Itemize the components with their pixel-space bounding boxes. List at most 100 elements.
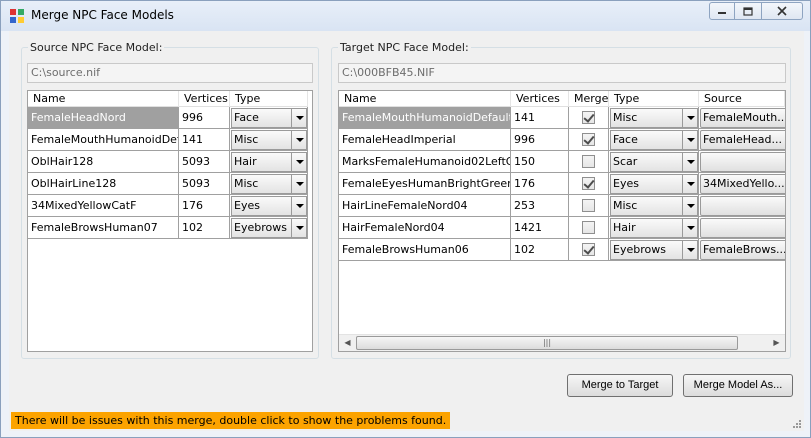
target-table-row[interactable]: FemaleBrowsHuman06 102 Eyebrows FemaleBrows…	[339, 239, 785, 261]
type-combobox[interactable]: Face	[231, 108, 307, 128]
source-table-row[interactable]: OblHairLine128 5093 Misc	[28, 173, 308, 195]
title-bar[interactable]: Merge NPC Face Models	[1, 1, 810, 31]
source-select-button[interactable]: FemaleHead...	[700, 130, 785, 150]
close-button[interactable]	[761, 2, 803, 20]
source-cell-name[interactable]: FemaleMouthHumanoidDefault	[28, 129, 179, 151]
minimize-button[interactable]	[709, 2, 735, 20]
target-cell-name[interactable]: FemaleMouthHumanoidDefault	[339, 107, 511, 129]
target-horizontal-scrollbar[interactable]: ◀ ||| ▶	[339, 334, 785, 351]
source-cell-name[interactable]: FemaleHeadNord	[28, 107, 179, 129]
type-combobox[interactable]: Hair	[610, 218, 698, 238]
source-table-row[interactable]: OblHair128 5093 Hair	[28, 151, 308, 173]
merge-checkbox[interactable]	[582, 199, 595, 212]
type-combobox[interactable]: Eyebrows	[610, 240, 698, 260]
source-table-row[interactable]: FemaleBrowsHuman07 102 Eyebrows	[28, 217, 308, 239]
target-table-row[interactable]: HairFemaleNord04 1421 Hair	[339, 217, 785, 239]
resize-grip-icon[interactable]	[792, 419, 802, 429]
dropdown-arrow-icon[interactable]	[291, 197, 306, 215]
type-combobox[interactable]: Hair	[231, 152, 307, 172]
merge-checkbox[interactable]	[582, 155, 595, 168]
source-select-button[interactable]	[700, 196, 785, 216]
source-grid[interactable]: Name Vertices Type FemaleHeadNord 996 Face Fe…	[27, 90, 313, 352]
source-cell-name[interactable]: OblHair128	[28, 151, 179, 173]
source-cell-vertices[interactable]: 141	[179, 129, 230, 151]
target-column-header[interactable]: Source	[699, 91, 785, 107]
target-grid[interactable]: Name Vertices Merge Type Source FemaleMouthH…	[338, 90, 786, 352]
target-cell-name[interactable]: HairLineFemaleNord04	[339, 195, 511, 217]
target-cell-vertices[interactable]: 141	[511, 107, 569, 129]
type-combobox[interactable]: Misc	[231, 130, 307, 150]
target-column-header[interactable]: Vertices	[511, 91, 569, 107]
source-cell-vertices[interactable]: 5093	[179, 173, 230, 195]
dropdown-arrow-icon[interactable]	[682, 175, 697, 193]
dropdown-arrow-icon[interactable]	[682, 197, 697, 215]
type-combobox[interactable]: Eyes	[610, 174, 698, 194]
target-table-row[interactable]: MarksFemaleHumanoid02LeftGash150 Scar	[339, 151, 785, 173]
source-table-row[interactable]: FemaleHeadNord 996 Face	[28, 107, 308, 129]
target-cell-name[interactable]: MarksFemaleHumanoid02LeftGash	[339, 151, 511, 173]
merge-checkbox[interactable]	[582, 221, 595, 234]
source-column-header[interactable]: Vertices	[179, 91, 230, 107]
merge-to-target-button[interactable]: Merge to Target	[567, 374, 673, 397]
dropdown-arrow-icon[interactable]	[682, 109, 697, 127]
dropdown-arrow-icon[interactable]	[682, 153, 697, 171]
scroll-left-icon[interactable]: ◀	[339, 335, 356, 351]
type-combobox[interactable]: Eyes	[231, 196, 307, 216]
dropdown-arrow-icon[interactable]	[682, 241, 697, 259]
dropdown-arrow-icon[interactable]	[291, 109, 306, 127]
type-combobox[interactable]: Face	[610, 130, 698, 150]
merge-checkbox[interactable]	[582, 133, 595, 146]
target-cell-vertices[interactable]: 996	[511, 129, 569, 151]
source-cell-name[interactable]: FemaleBrowsHuman07	[28, 217, 179, 239]
source-select-button[interactable]: FemaleMouth...	[700, 108, 785, 128]
scroll-right-icon[interactable]: ▶	[768, 335, 785, 351]
source-column-header[interactable]: Name	[28, 91, 179, 107]
merge-checkbox[interactable]	[582, 177, 595, 190]
target-table-row[interactable]: FemaleMouthHumanoidDefault 141 Misc FemaleM…	[339, 107, 785, 129]
dropdown-arrow-icon[interactable]	[291, 153, 306, 171]
source-cell-vertices[interactable]: 5093	[179, 151, 230, 173]
dropdown-arrow-icon[interactable]	[682, 131, 697, 149]
source-select-button[interactable]	[700, 152, 785, 172]
target-table-row[interactable]: FemaleEyesHumanBrightGreen 176 Eyes 34Mixed…	[339, 173, 785, 195]
source-cell-vertices[interactable]: 176	[179, 195, 230, 217]
type-combobox[interactable]: Scar	[610, 152, 698, 172]
type-combobox[interactable]: Eyebrows	[231, 218, 307, 238]
dropdown-arrow-icon[interactable]	[682, 219, 697, 237]
merge-checkbox[interactable]	[582, 111, 595, 124]
merge-model-as-button[interactable]: Merge Model As...	[683, 374, 793, 397]
source-cell-vertices[interactable]: 996	[179, 107, 230, 129]
dropdown-arrow-icon[interactable]	[291, 175, 306, 193]
target-table-row[interactable]: FemaleHeadImperial 996 Face FemaleHead...	[339, 129, 785, 151]
target-cell-name[interactable]: HairFemaleNord04	[339, 217, 511, 239]
target-cell-vertices[interactable]: 1421	[511, 217, 569, 239]
source-cell-vertices[interactable]: 102	[179, 217, 230, 239]
source-column-header[interactable]: Type	[230, 91, 308, 107]
target-column-header[interactable]: Name	[339, 91, 511, 107]
target-path-field[interactable]: C:\000BFB45.NIF	[338, 63, 786, 83]
scroll-thumb[interactable]: |||	[356, 336, 738, 350]
target-cell-vertices[interactable]: 253	[511, 195, 569, 217]
target-table-row[interactable]: HairLineFemaleNord04 253 Misc	[339, 195, 785, 217]
maximize-button[interactable]	[735, 2, 761, 20]
source-select-button[interactable]: FemaleBrows...	[700, 240, 785, 260]
target-cell-name[interactable]: FemaleBrowsHuman06	[339, 239, 511, 261]
source-table-row[interactable]: 34MixedYellowCatF 176 Eyes	[28, 195, 308, 217]
source-table-row[interactable]: FemaleMouthHumanoidDefault141 Misc	[28, 129, 308, 151]
target-column-header[interactable]: Merge	[569, 91, 609, 107]
type-combobox[interactable]: Misc	[610, 108, 698, 128]
source-select-button[interactable]: 34MixedYello...	[700, 174, 785, 194]
dropdown-arrow-icon[interactable]	[291, 219, 306, 237]
target-cell-name[interactable]: FemaleEyesHumanBrightGreen	[339, 173, 511, 195]
dropdown-arrow-icon[interactable]	[291, 131, 306, 149]
source-cell-name[interactable]: 34MixedYellowCatF	[28, 195, 179, 217]
merge-checkbox[interactable]	[582, 243, 595, 256]
merge-warning[interactable]: There will be issues with this merge, do…	[11, 412, 451, 429]
target-cell-name[interactable]: FemaleHeadImperial	[339, 129, 511, 151]
target-cell-vertices[interactable]: 150	[511, 151, 569, 173]
target-cell-vertices[interactable]: 176	[511, 173, 569, 195]
target-cell-vertices[interactable]: 102	[511, 239, 569, 261]
type-combobox[interactable]: Misc	[610, 196, 698, 216]
source-cell-name[interactable]: OblHairLine128	[28, 173, 179, 195]
source-select-button[interactable]	[700, 218, 785, 238]
